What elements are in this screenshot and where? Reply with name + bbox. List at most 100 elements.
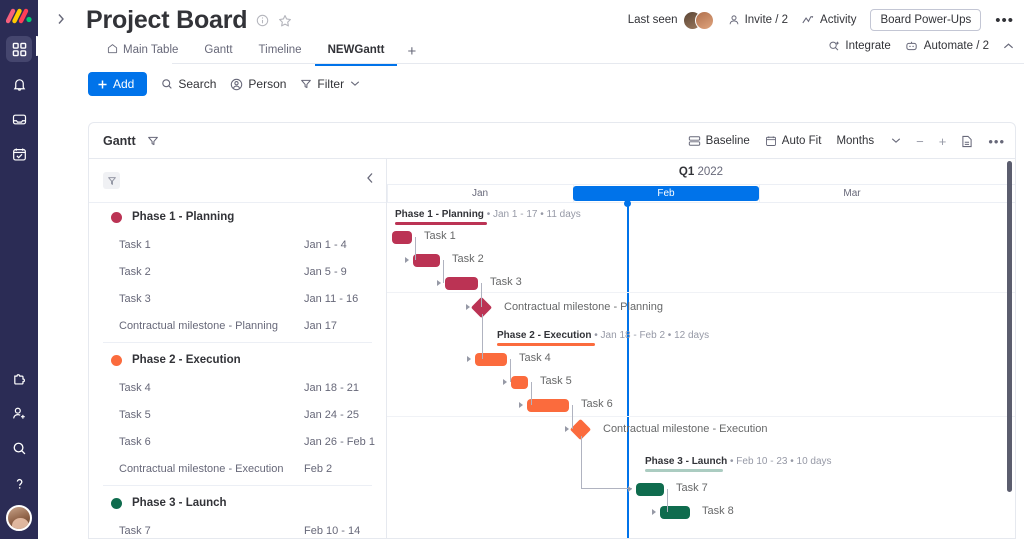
filter-chevron-down-icon[interactable] [350, 79, 360, 90]
group-row[interactable]: Phase 1 - Planning [89, 203, 386, 231]
left-rail [0, 0, 44, 539]
group-color-dot [111, 211, 122, 223]
header-actions-bottom: Integrate Automate / 2 [828, 40, 1014, 52]
gantt-bar-label: Task 8 [702, 505, 734, 517]
sidebar-item-inbox[interactable] [6, 106, 32, 132]
gantt-bar[interactable] [413, 254, 440, 267]
timeline-month-mar[interactable]: Mar [759, 186, 945, 201]
person-button[interactable]: Person [230, 77, 286, 91]
star-icon[interactable] [278, 14, 292, 28]
tab-timeline[interactable]: Timeline [246, 39, 315, 66]
dependency-link [572, 405, 573, 429]
timeline-month-jan[interactable]: Jan [387, 186, 573, 201]
add-button[interactable]: Add [88, 72, 148, 96]
task-row[interactable]: Task 5 Jan 24 - 25 [89, 401, 386, 428]
vertical-scrollbar[interactable] [1007, 161, 1012, 492]
gantt-more-menu-button[interactable]: ••• [988, 134, 1005, 149]
auto-fit-button[interactable]: Auto Fit [765, 135, 821, 147]
automate-button[interactable]: Automate / 2 [905, 40, 989, 52]
baseline-button[interactable]: Baseline [688, 135, 750, 147]
task-name: Task 6 [119, 435, 151, 448]
task-row[interactable]: Contractual milestone - Planning Jan 17 [89, 312, 386, 339]
sort-icon[interactable] [103, 172, 120, 189]
zoom-level-label: Months [836, 135, 875, 147]
task-row[interactable]: Task 6 Jan 26 - Feb 1 [89, 428, 386, 455]
invite-button[interactable]: Invite / 2 [728, 14, 788, 26]
sidebar-item-my-work[interactable] [6, 141, 32, 167]
board-more-menu-button[interactable]: ••• [995, 12, 1014, 29]
person-icon [728, 14, 740, 26]
sidebar-item-help[interactable] [6, 470, 32, 496]
sidebar-item-search[interactable] [6, 435, 32, 461]
dependency-arrow [652, 509, 656, 515]
gantt-bar-label: Task 2 [452, 253, 484, 265]
gantt-bar[interactable] [392, 231, 412, 244]
board-toolbar: Add Search Person Filter [88, 72, 360, 96]
user-avatar[interactable] [6, 505, 32, 531]
gantt-filter-funnel-icon[interactable] [147, 135, 159, 147]
task-name: Task 1 [119, 238, 151, 251]
task-name: Task 7 [119, 524, 151, 537]
sidebar-item-notifications[interactable] [6, 71, 32, 97]
collapse-panel-chevron-left-icon[interactable] [366, 172, 374, 187]
zoom-in-button[interactable]: + [939, 134, 947, 149]
add-tab-button[interactable]: + [397, 41, 426, 64]
dependency-arrow [467, 356, 471, 362]
nav-expand-chevron-right-icon[interactable] [52, 10, 70, 28]
board-power-ups-button[interactable]: Board Power-Ups [870, 9, 982, 31]
task-date: Feb 10 - 14 [304, 524, 361, 537]
gantt-bar-label: Task 4 [519, 352, 551, 364]
search-button[interactable]: Search [161, 77, 216, 91]
dependency-link [443, 260, 444, 283]
filter-label: Filter [317, 77, 345, 91]
group-row[interactable]: Phase 2 - Execution [89, 346, 386, 374]
task-date: Jan 26 - Feb 1 [304, 435, 375, 448]
task-row[interactable]: Task 4 Jan 18 - 21 [89, 374, 386, 401]
group-row[interactable]: Phase 3 - Launch [89, 489, 386, 517]
task-row[interactable]: Contractual milestone - Execution Feb 2 [89, 455, 386, 482]
add-label: Add [113, 77, 135, 91]
gantt-bar[interactable] [527, 399, 569, 412]
sidebar-item-invite[interactable] [6, 400, 32, 426]
task-name: Task 4 [119, 381, 151, 394]
sidebar-item-apps[interactable] [6, 365, 32, 391]
task-date: Jan 11 - 16 [304, 292, 359, 305]
monday-logo-icon[interactable] [4, 5, 34, 27]
last-seen[interactable]: Last seen [628, 10, 714, 30]
tab-label: NEWGantt [327, 44, 385, 56]
export-button[interactable] [961, 135, 973, 148]
group-color-dot [111, 497, 122, 509]
export-icon [961, 135, 973, 148]
info-icon[interactable] [256, 14, 269, 27]
task-row[interactable]: Task 1 Jan 1 - 4 [89, 231, 386, 258]
task-date: Jan 5 - 9 [304, 265, 347, 278]
gantt-bar[interactable] [475, 353, 507, 366]
tab-gantt[interactable]: Gantt [191, 39, 245, 66]
task-name: Task 3 [119, 292, 151, 305]
collapse-header-button[interactable] [1003, 42, 1014, 50]
zoom-level-select[interactable]: Months [836, 135, 901, 147]
automate-label: Automate / 2 [923, 40, 989, 52]
search-icon [161, 78, 173, 90]
dependency-link [482, 314, 483, 359]
gantt-bar[interactable] [636, 483, 664, 496]
gantt-task-list: Phase 1 - Planning Task 1 Jan 1 - 4 Task 2 J… [89, 159, 387, 538]
timeline-month-feb[interactable]: Feb [573, 186, 759, 201]
tab-newgantt[interactable]: NEWGantt [314, 39, 398, 66]
gantt-bar[interactable] [445, 277, 478, 290]
integrate-button[interactable]: Integrate [828, 40, 891, 52]
task-row[interactable]: Task 2 Jan 5 - 9 [89, 258, 386, 285]
board-header: Project Board Main Table Gantt Timeline … [86, 0, 1024, 66]
gantt-card-header: Gantt Baseline Auto Fit Months − + ••• [89, 123, 1015, 159]
avatar [694, 10, 714, 30]
activity-button[interactable]: Activity [802, 14, 856, 26]
task-row[interactable]: Task 7 Feb 10 - 14 [89, 517, 386, 538]
zoom-out-button[interactable]: − [916, 134, 924, 149]
filter-button[interactable]: Filter [300, 77, 344, 91]
gantt-bar[interactable] [511, 376, 528, 389]
task-row[interactable]: Task 3 Jan 11 - 16 [89, 285, 386, 312]
dependency-arrow [519, 402, 523, 408]
sidebar-item-home[interactable] [6, 36, 32, 62]
gantt-bar-label: Task 1 [424, 230, 456, 242]
gantt-bar[interactable] [660, 506, 690, 519]
